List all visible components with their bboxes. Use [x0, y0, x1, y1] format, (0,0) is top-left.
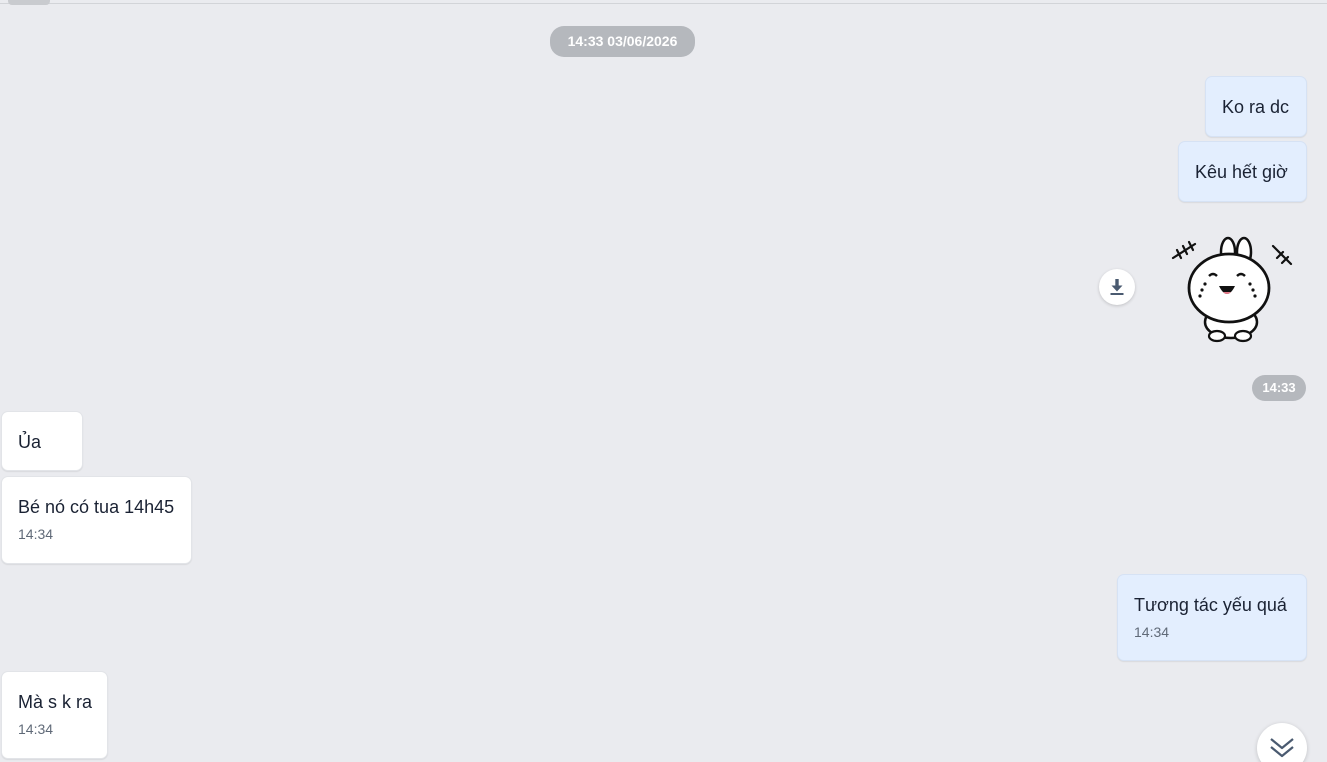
message-text: Ko ra dc: [1222, 97, 1290, 117]
download-sticker-button[interactable]: [1099, 269, 1135, 305]
top-tab-handle: [8, 0, 50, 5]
double-chevron-down-icon: [1270, 738, 1294, 758]
message-text: Kêu hết giờ: [1195, 162, 1288, 182]
message-bubble-received[interactable]: Ủa: [1, 411, 83, 471]
message-text: Mà s k ra: [18, 692, 93, 712]
scroll-to-bottom-button[interactable]: [1257, 723, 1307, 762]
message-text: Tương tác yếu quá: [1134, 595, 1287, 615]
message-bubble-sent[interactable]: Kêu hết giờ: [1178, 141, 1307, 202]
message-bubble-sent[interactable]: Ko ra dc: [1205, 76, 1307, 137]
message-bubble-sent[interactable]: Tương tác yếu quá 14:34: [1117, 574, 1307, 661]
date-separator: 14:33 03/06/2026: [550, 26, 695, 57]
crying-bunny-sticker[interactable]: [1165, 228, 1297, 348]
message-text: Ủa: [18, 432, 42, 452]
download-icon: [1110, 279, 1124, 295]
top-divider: [0, 0, 1327, 4]
message-time: 14:34: [18, 721, 54, 737]
message-group-time: 14:33: [1252, 375, 1306, 401]
message-time: 14:34: [1134, 624, 1170, 640]
message-text: Bé nó có tua 14h45: [18, 497, 175, 517]
message-bubble-received[interactable]: Mà s k ra 14:34: [1, 671, 108, 759]
message-bubble-received[interactable]: Bé nó có tua 14h45 14:34: [1, 476, 192, 564]
message-time: 14:34: [18, 526, 54, 542]
chat-window: 14:33 03/06/2026 Ko ra dc Kêu hết giờ 14…: [0, 0, 1327, 762]
